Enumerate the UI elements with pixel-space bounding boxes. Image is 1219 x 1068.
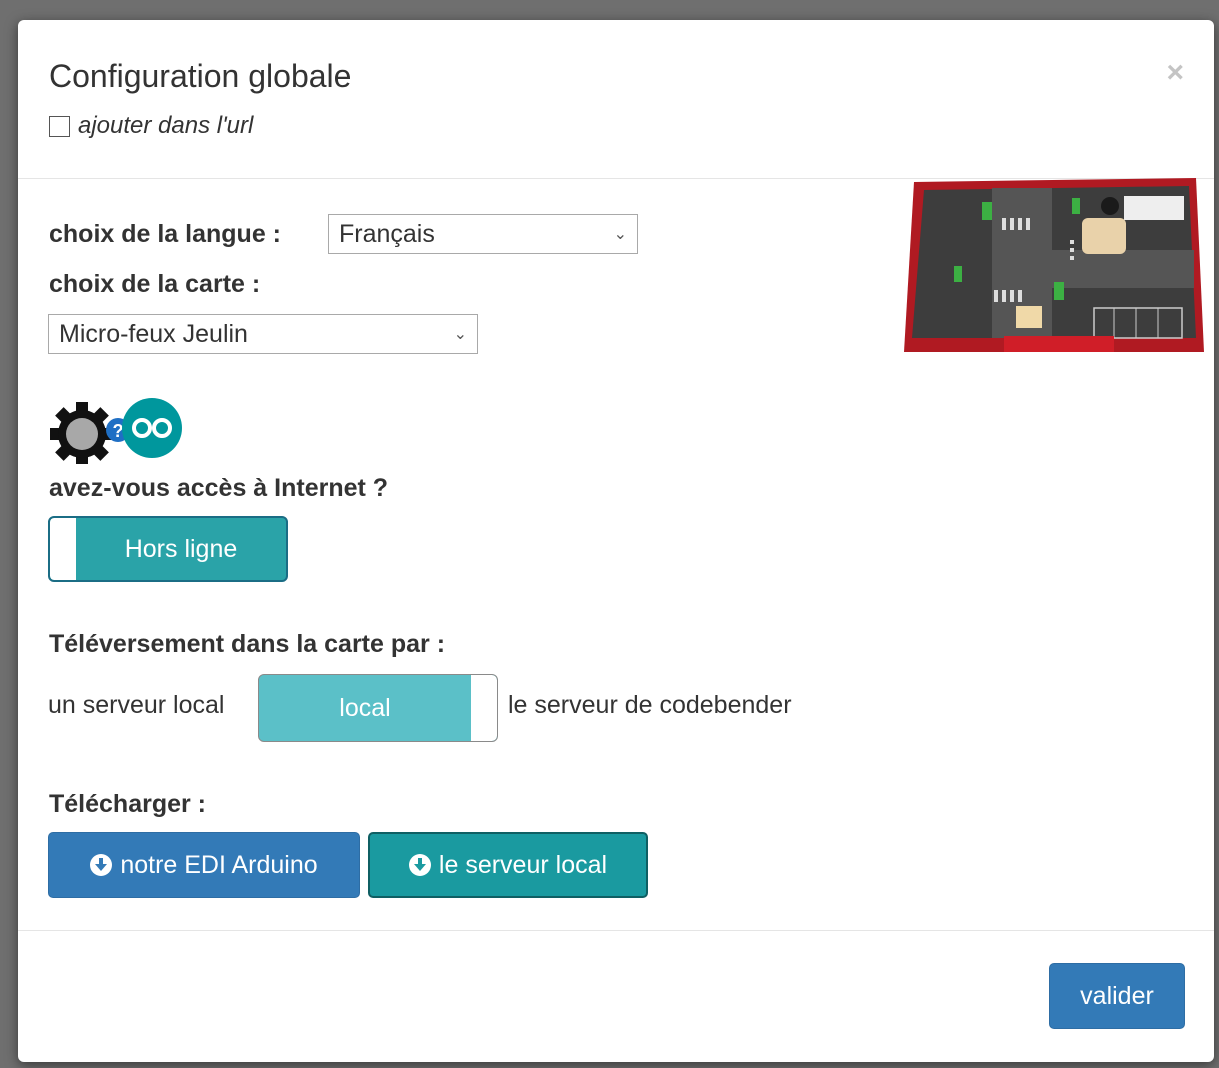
- add-to-url-option[interactable]: ajouter dans l'url: [49, 112, 253, 140]
- language-label: choix de la langue :: [49, 220, 281, 248]
- language-selected-value: Français: [339, 219, 435, 248]
- validate-button[interactable]: valider: [1049, 963, 1185, 1029]
- upload-local-option: un serveur local: [48, 691, 225, 719]
- upload-codebender-option: le serveur de codebender: [508, 691, 792, 719]
- add-to-url-label: ajouter dans l'url: [78, 112, 254, 139]
- toggle-knob: [471, 675, 497, 741]
- board-select[interactable]: Micro-feux Jeulin ⌄: [48, 314, 478, 354]
- internet-question: avez-vous accès à Internet ?: [49, 474, 389, 502]
- board-label: choix de la carte :: [49, 270, 261, 298]
- language-select[interactable]: Français ⌄: [328, 214, 638, 254]
- upload-toggle-label: local: [339, 693, 391, 722]
- board-photo: [904, 178, 1204, 352]
- dialog-title: Configuration globale: [49, 58, 352, 94]
- upload-toggle[interactable]: local: [258, 674, 498, 742]
- download-icon: [90, 854, 113, 876]
- svg-text:?: ?: [113, 421, 124, 441]
- toggle-knob: [50, 518, 76, 580]
- internet-toggle[interactable]: Hors ligne: [48, 516, 288, 582]
- download-server-button[interactable]: le serveur local: [368, 832, 648, 898]
- download-ide-label: notre EDI Arduino: [120, 850, 318, 879]
- download-heading: Télécharger :: [49, 790, 207, 818]
- chevron-down-icon: ⌄: [613, 226, 627, 243]
- chevron-down-icon: ⌄: [453, 326, 467, 343]
- board-selected-value: Micro-feux Jeulin: [59, 319, 248, 348]
- add-to-url-checkbox[interactable]: [49, 115, 70, 137]
- close-icon[interactable]: ×: [1166, 56, 1184, 90]
- download-icon: [408, 854, 431, 876]
- internet-toggle-label: Hors ligne: [124, 534, 238, 563]
- config-dialog: Configuration globale × ajouter dans l'u…: [18, 20, 1214, 1062]
- dialog-footer: valider: [18, 930, 1214, 1063]
- dialog-header: Configuration globale × ajouter dans l'u…: [18, 20, 1214, 179]
- upload-heading: Téléversement dans la carte par :: [49, 630, 446, 658]
- arduino-settings-icon[interactable]: ?: [48, 398, 188, 464]
- download-server-label: le serveur local: [438, 850, 608, 879]
- download-ide-button[interactable]: notre EDI Arduino: [48, 832, 360, 898]
